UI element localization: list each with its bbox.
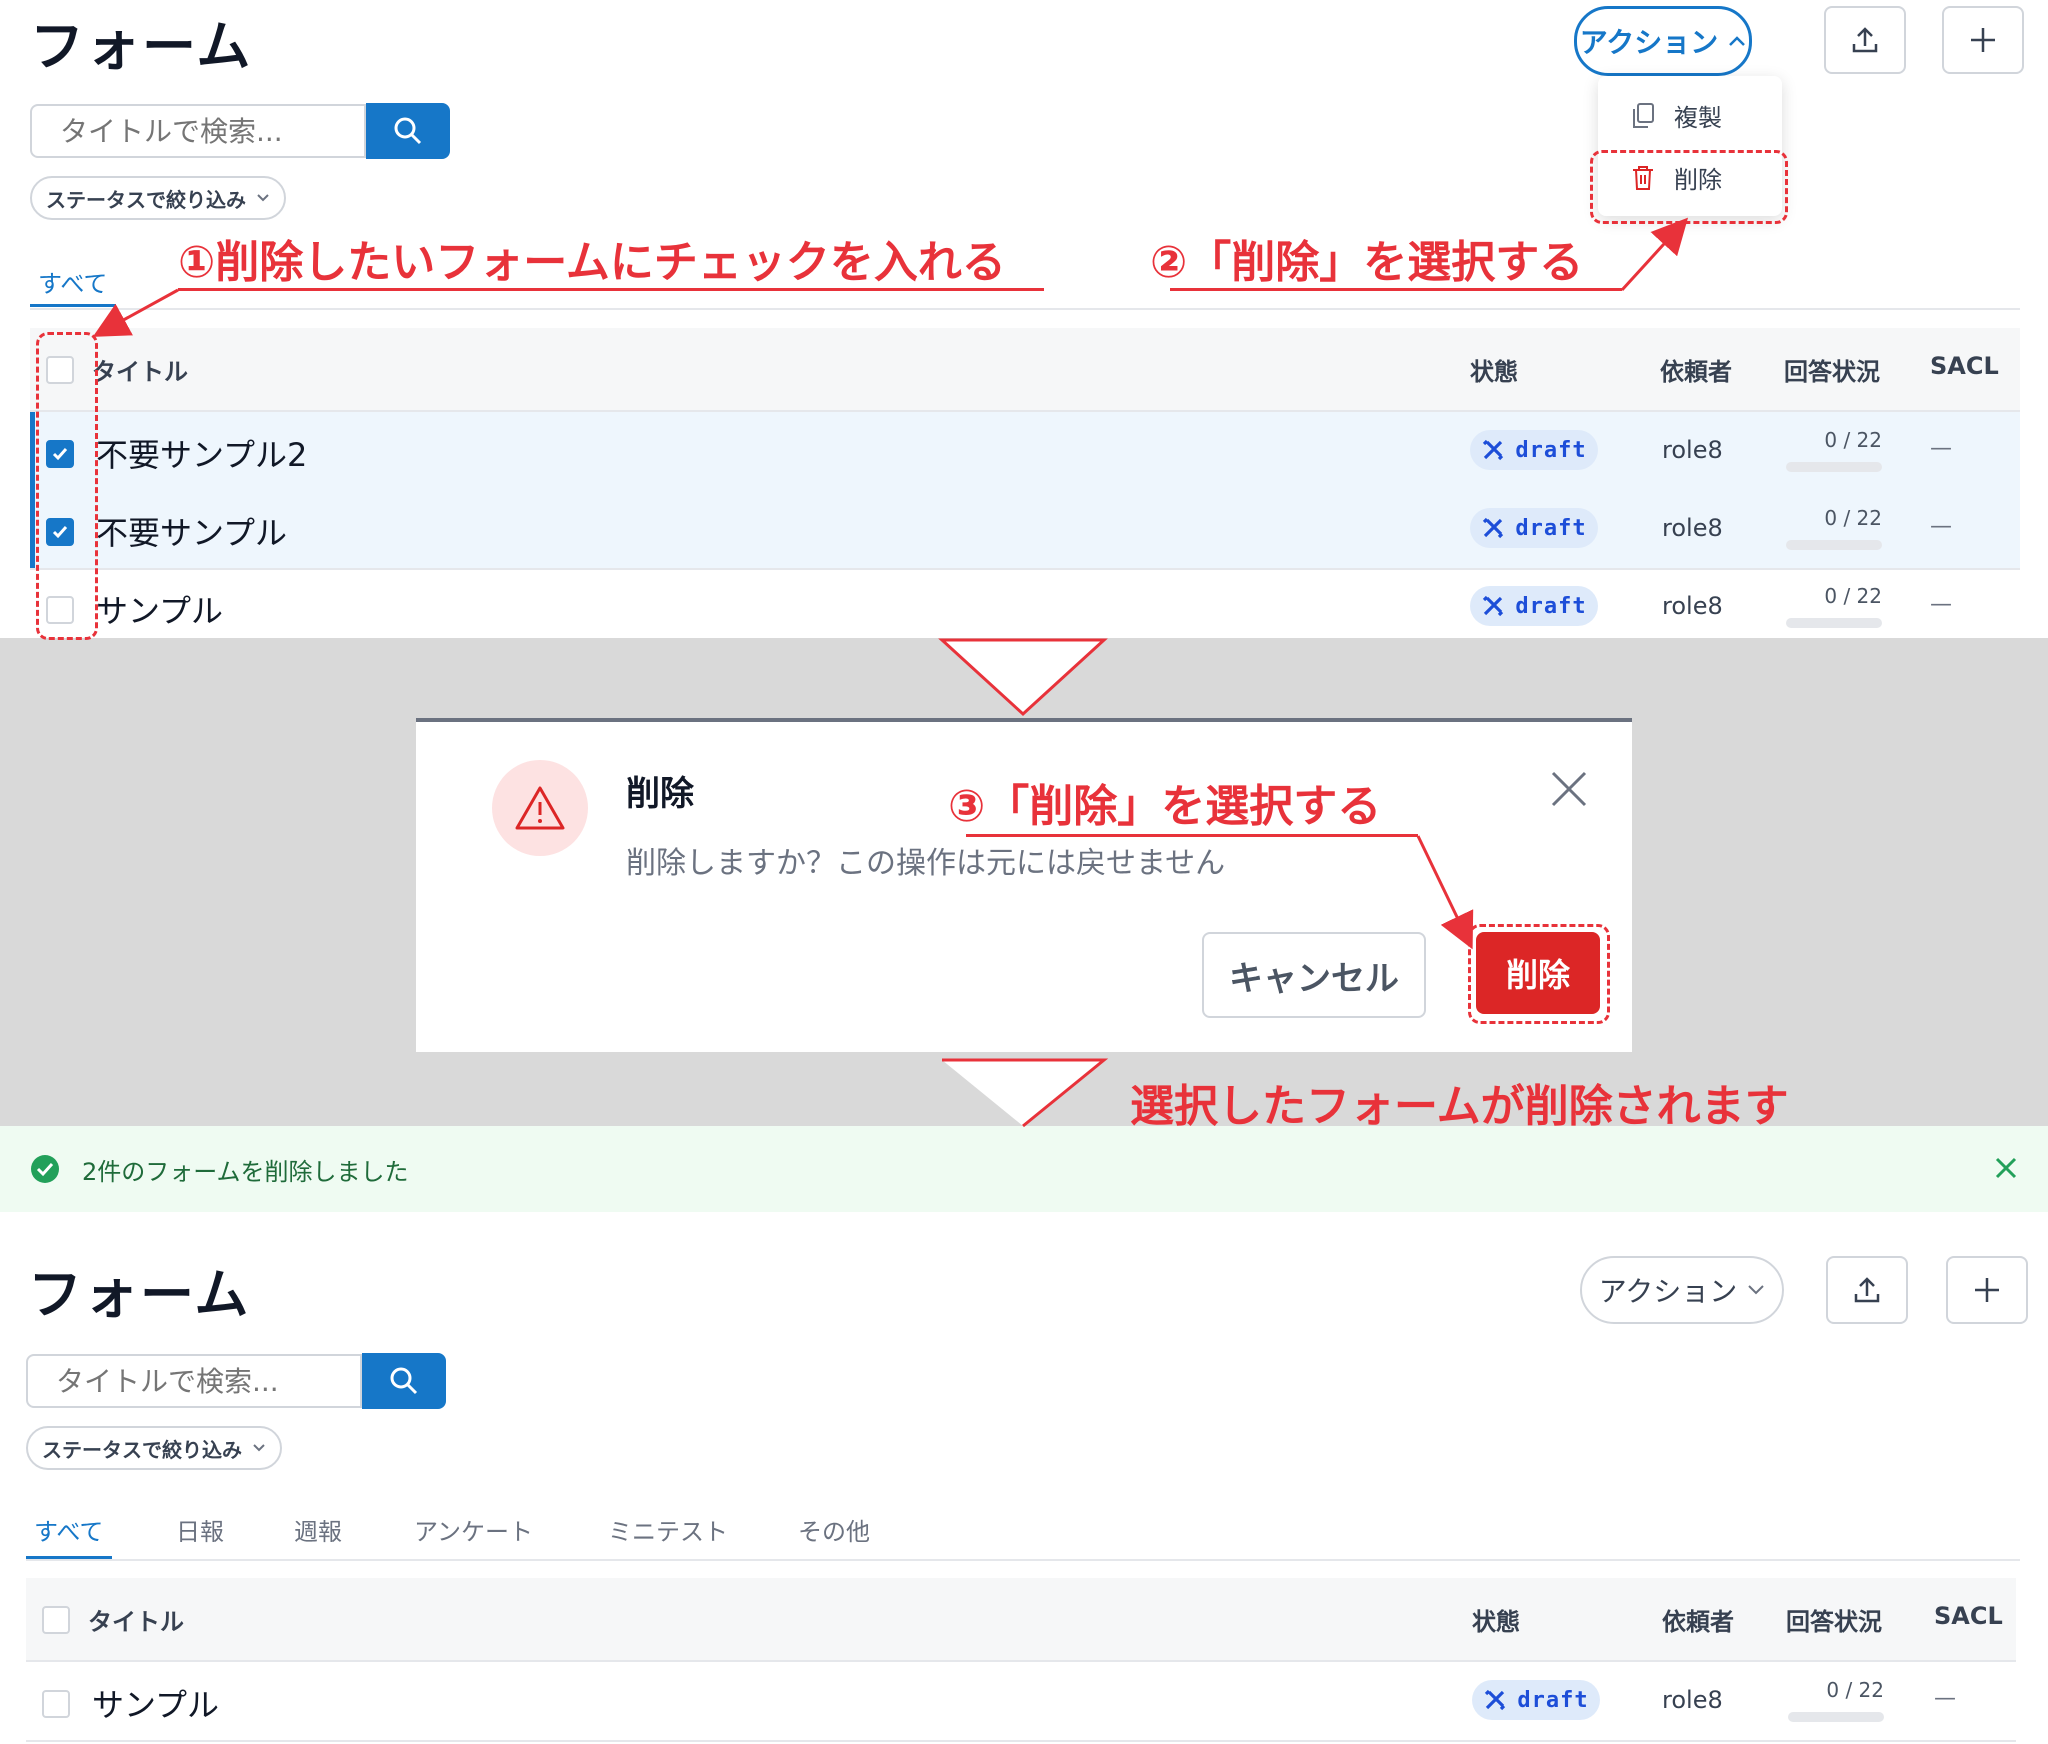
step2-arrow (1620, 217, 1689, 292)
flow-arrow-down (942, 1058, 1109, 1128)
annotation-arrows (92, 217, 1689, 1128)
flow-arrow-down (938, 638, 1108, 717)
step3-arrow (1416, 835, 1474, 950)
step1-arrow (92, 288, 179, 337)
